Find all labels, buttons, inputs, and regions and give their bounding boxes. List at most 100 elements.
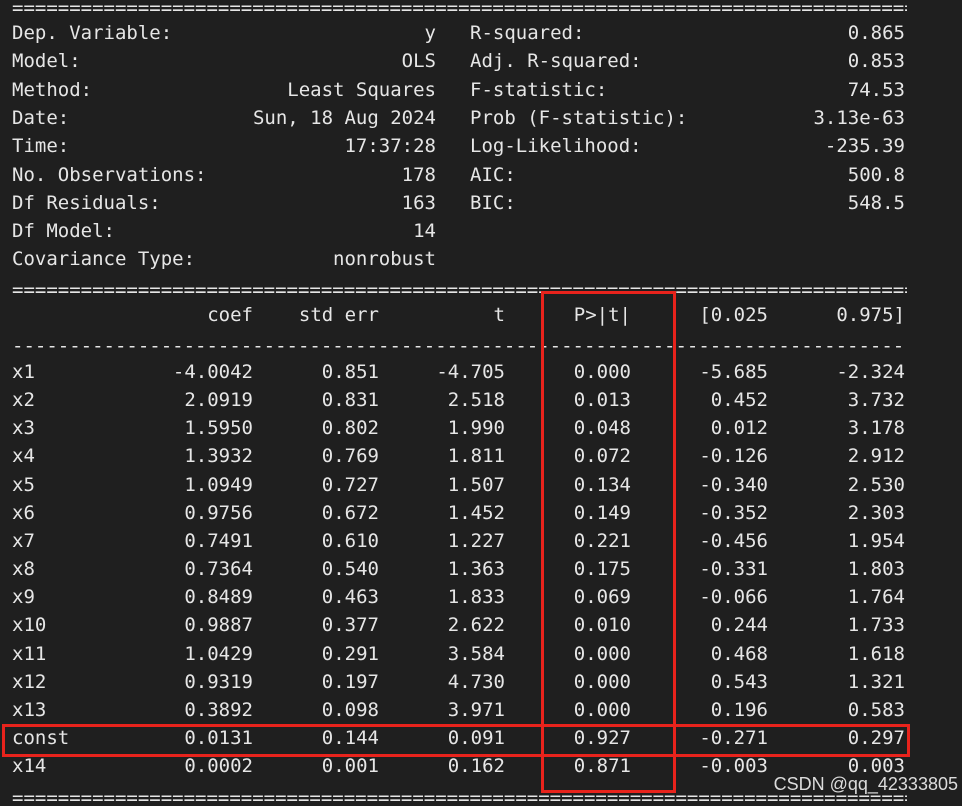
- table-cell: 0.871: [573, 755, 631, 778]
- row-label: x7: [12, 529, 35, 552]
- row-label: x8: [12, 558, 35, 581]
- summary-label: BIC:: [470, 191, 516, 214]
- summary-value: 3.13e-63: [813, 106, 905, 129]
- row-label: x12: [12, 670, 47, 693]
- table-cell: 1.5950: [184, 417, 253, 440]
- summary-label: Df Residuals:: [12, 191, 161, 214]
- summary-label: Adj. R-squared:: [470, 50, 642, 73]
- table-cell: 0.072: [573, 445, 631, 468]
- top-separator: ========================================…: [12, 0, 907, 16]
- summary-value: 74.53: [847, 78, 905, 101]
- table-cell: 3.584: [447, 642, 505, 665]
- table-cell: 0.727: [321, 473, 379, 496]
- summary-value: 0.865: [847, 22, 905, 44]
- table-cell: 1.0949: [184, 473, 253, 496]
- row-label: x13: [12, 698, 47, 721]
- table-cell: 2.303: [847, 501, 905, 524]
- row-label: x9: [12, 586, 35, 609]
- table-cell: 0.297: [847, 726, 905, 749]
- table-cell: 0.3892: [184, 698, 253, 721]
- table-cell: -2.324: [836, 361, 905, 383]
- summary-label: Prob (F-statistic):: [470, 106, 688, 129]
- summary-label: AIC:: [470, 163, 516, 186]
- summary-label: Time:: [12, 135, 70, 158]
- table-cell: 0.012: [710, 417, 768, 440]
- table-cell: 0.468: [710, 642, 768, 665]
- table-cell: 0.9887: [184, 614, 253, 637]
- table-cell: 0.7364: [184, 558, 253, 581]
- table-cell: 0.162: [447, 755, 505, 778]
- table-cell: 1.803: [847, 558, 905, 581]
- table-cell: 0.000: [573, 670, 631, 693]
- table-cell: 1.990: [447, 417, 505, 440]
- table-cell: 3.732: [847, 389, 905, 412]
- summary-label: Model:: [12, 50, 81, 73]
- table-cell: 0.048: [573, 417, 631, 440]
- table-cell: -0.456: [699, 529, 768, 552]
- table-cell: 0.540: [321, 558, 379, 581]
- table-cell: -0.126: [699, 445, 768, 468]
- table-cell: -0.340: [699, 473, 768, 496]
- table-cell: 1.452: [447, 501, 505, 524]
- column-header: std err: [298, 304, 379, 326]
- summary-label: Log-Likelihood:: [470, 135, 642, 158]
- table-cell: 1.0429: [184, 642, 253, 665]
- table-cell: 0.197: [321, 670, 379, 693]
- summary-value: Least Squares: [287, 78, 436, 101]
- table-cell: 0.8489: [184, 586, 253, 609]
- table-cell: 0.0131: [184, 726, 253, 749]
- summary-value: y: [424, 22, 436, 44]
- table-cell: 0.7491: [184, 529, 253, 552]
- row-label: x4: [12, 445, 35, 468]
- table-cell: 3.971: [447, 698, 505, 721]
- summary-label: Covariance Type:: [12, 248, 196, 271]
- table-cell: 0.9319: [184, 670, 253, 693]
- table-cell: 0.000: [573, 642, 631, 665]
- mid-separator: ========================================…: [12, 282, 907, 298]
- table-cell: -0.331: [699, 558, 768, 581]
- column-header: P>|t|: [573, 304, 631, 326]
- table-cell: 0.463: [321, 586, 379, 609]
- table-cell: -0.066: [699, 586, 768, 609]
- table-cell: 0.000: [573, 361, 631, 383]
- table-cell: 1.811: [447, 445, 505, 468]
- row-label: x10: [12, 614, 47, 637]
- table-cell: 2.530: [847, 473, 905, 496]
- summary-label: Date:: [12, 106, 70, 129]
- table-cell: -0.352: [699, 501, 768, 524]
- summary-value: 178: [401, 163, 436, 186]
- summary-value: 14: [413, 220, 436, 243]
- row-label: x5: [12, 473, 35, 496]
- table-cell: 1.954: [847, 529, 905, 552]
- table-cell: 1.3932: [184, 445, 253, 468]
- summary-label: F-statistic:: [470, 78, 608, 101]
- table-cell: 0.221: [573, 529, 631, 552]
- table-cell: 2.622: [447, 614, 505, 637]
- summary-value: OLS: [401, 50, 436, 73]
- row-label: x3: [12, 417, 35, 440]
- summary-value: 0.853: [847, 50, 905, 73]
- table-cell: -4.0042: [172, 361, 253, 383]
- table-cell: 0.9756: [184, 501, 253, 524]
- header-separator: ----------------------------------------…: [12, 338, 907, 354]
- row-label: x1: [12, 361, 35, 383]
- table-cell: 0.831: [321, 389, 379, 412]
- summary-value: nonrobust: [333, 248, 436, 271]
- table-cell: 3.178: [847, 417, 905, 440]
- table-cell: 2.912: [847, 445, 905, 468]
- table-cell: 0.001: [321, 755, 379, 778]
- row-label: x6: [12, 501, 35, 524]
- row-label: const: [12, 726, 70, 749]
- column-header: coef: [207, 304, 253, 326]
- table-cell: 0.244: [710, 614, 768, 637]
- table-cell: 1.507: [447, 473, 505, 496]
- table-cell: 0.196: [710, 698, 768, 721]
- column-header: t: [493, 304, 505, 326]
- table-cell: 1.833: [447, 586, 505, 609]
- summary-value: Sun, 18 Aug 2024: [252, 106, 436, 129]
- table-cell: 0.098: [321, 698, 379, 721]
- table-cell: 0.091: [447, 726, 505, 749]
- table-cell: 0.010: [573, 614, 631, 637]
- table-cell: 1.764: [847, 586, 905, 609]
- table-cell: 0.175: [573, 558, 631, 581]
